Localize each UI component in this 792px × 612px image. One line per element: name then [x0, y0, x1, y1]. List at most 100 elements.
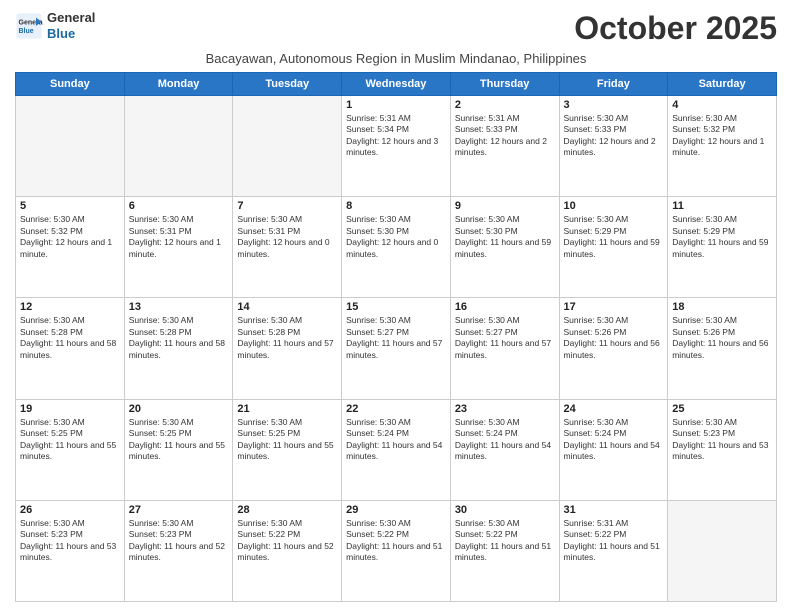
cal-cell: 30Sunrise: 5:30 AMSunset: 5:22 PMDayligh…: [450, 500, 559, 601]
day-info-line: Sunrise: 5:30 AM: [129, 214, 229, 225]
title-section: October 2025: [574, 10, 777, 47]
day-info-line: Sunrise: 5:31 AM: [564, 518, 664, 529]
cal-cell: 3Sunrise: 5:30 AMSunset: 5:33 PMDaylight…: [559, 96, 668, 197]
cal-cell: 22Sunrise: 5:30 AMSunset: 5:24 PMDayligh…: [342, 399, 451, 500]
day-info-line: Daylight: 11 hours and 52 minutes.: [129, 541, 229, 564]
svg-text:Blue: Blue: [19, 28, 34, 35]
day-info-line: Sunset: 5:26 PM: [672, 327, 772, 338]
logo: General Blue General Blue: [15, 10, 95, 41]
day-info-line: Daylight: 11 hours and 54 minutes.: [346, 440, 446, 463]
cal-cell: [16, 96, 125, 197]
day-info-line: Sunset: 5:34 PM: [346, 124, 446, 135]
day-info-line: Sunset: 5:27 PM: [346, 327, 446, 338]
day-info-line: Daylight: 11 hours and 57 minutes.: [237, 338, 337, 361]
day-info-line: Sunrise: 5:30 AM: [346, 315, 446, 326]
cal-cell: 11Sunrise: 5:30 AMSunset: 5:29 PMDayligh…: [668, 197, 777, 298]
day-info-line: Sunset: 5:22 PM: [346, 529, 446, 540]
day-info-line: Sunset: 5:24 PM: [455, 428, 555, 439]
day-info-line: Sunrise: 5:30 AM: [455, 315, 555, 326]
cal-cell: [124, 96, 233, 197]
day-number: 22: [346, 403, 446, 415]
day-info-line: Sunset: 5:24 PM: [346, 428, 446, 439]
day-info-line: Sunrise: 5:30 AM: [455, 417, 555, 428]
day-header-friday: Friday: [559, 73, 668, 96]
day-info-line: Daylight: 11 hours and 57 minutes.: [455, 338, 555, 361]
logo-text-line2: Blue: [47, 26, 95, 42]
day-number: 31: [564, 504, 664, 516]
day-info-line: Sunset: 5:31 PM: [237, 226, 337, 237]
cal-cell: 19Sunrise: 5:30 AMSunset: 5:25 PMDayligh…: [16, 399, 125, 500]
page: General Blue General Blue October 2025 B…: [0, 0, 792, 612]
day-info-line: Sunrise: 5:30 AM: [564, 214, 664, 225]
cal-cell: 9Sunrise: 5:30 AMSunset: 5:30 PMDaylight…: [450, 197, 559, 298]
day-number: 13: [129, 301, 229, 313]
logo-icon: General Blue: [15, 12, 43, 40]
day-info-line: Sunset: 5:23 PM: [672, 428, 772, 439]
day-info-line: Daylight: 11 hours and 51 minutes.: [564, 541, 664, 564]
cal-cell: 25Sunrise: 5:30 AMSunset: 5:23 PMDayligh…: [668, 399, 777, 500]
day-info-line: Daylight: 11 hours and 53 minutes.: [20, 541, 120, 564]
day-number: 23: [455, 403, 555, 415]
day-number: 7: [237, 200, 337, 212]
day-info-line: Daylight: 11 hours and 55 minutes.: [237, 440, 337, 463]
day-header-thursday: Thursday: [450, 73, 559, 96]
cal-cell: 23Sunrise: 5:30 AMSunset: 5:24 PMDayligh…: [450, 399, 559, 500]
cal-cell: 18Sunrise: 5:30 AMSunset: 5:26 PMDayligh…: [668, 298, 777, 399]
cal-cell: 8Sunrise: 5:30 AMSunset: 5:30 PMDaylight…: [342, 197, 451, 298]
day-number: 2: [455, 99, 555, 111]
day-number: 21: [237, 403, 337, 415]
day-info-line: Sunrise: 5:31 AM: [455, 113, 555, 124]
day-info-line: Sunset: 5:27 PM: [455, 327, 555, 338]
week-row-4: 19Sunrise: 5:30 AMSunset: 5:25 PMDayligh…: [16, 399, 777, 500]
day-info-line: Sunrise: 5:30 AM: [672, 113, 772, 124]
day-header-monday: Monday: [124, 73, 233, 96]
day-info-line: Daylight: 11 hours and 52 minutes.: [237, 541, 337, 564]
logo-text-line1: General: [47, 10, 95, 26]
day-info-line: Daylight: 12 hours and 0 minutes.: [237, 237, 337, 260]
day-number: 6: [129, 200, 229, 212]
day-info-line: Sunset: 5:30 PM: [346, 226, 446, 237]
day-info-line: Sunrise: 5:30 AM: [564, 315, 664, 326]
day-number: 14: [237, 301, 337, 313]
day-info-line: Daylight: 12 hours and 2 minutes.: [455, 136, 555, 159]
day-info-line: Daylight: 11 hours and 58 minutes.: [129, 338, 229, 361]
day-info-line: Sunrise: 5:30 AM: [129, 518, 229, 529]
day-info-line: Sunset: 5:22 PM: [564, 529, 664, 540]
day-number: 17: [564, 301, 664, 313]
week-row-3: 12Sunrise: 5:30 AMSunset: 5:28 PMDayligh…: [16, 298, 777, 399]
day-info-line: Sunset: 5:25 PM: [20, 428, 120, 439]
day-number: 30: [455, 504, 555, 516]
day-info-line: Daylight: 11 hours and 55 minutes.: [20, 440, 120, 463]
day-info-line: Sunset: 5:32 PM: [672, 124, 772, 135]
day-info-line: Daylight: 11 hours and 59 minutes.: [455, 237, 555, 260]
header-row: SundayMondayTuesdayWednesdayThursdayFrid…: [16, 73, 777, 96]
cal-cell: 12Sunrise: 5:30 AMSunset: 5:28 PMDayligh…: [16, 298, 125, 399]
day-info-line: Daylight: 12 hours and 3 minutes.: [346, 136, 446, 159]
cal-cell: 29Sunrise: 5:30 AMSunset: 5:22 PMDayligh…: [342, 500, 451, 601]
calendar-body: 1Sunrise: 5:31 AMSunset: 5:34 PMDaylight…: [16, 96, 777, 602]
day-number: 4: [672, 99, 772, 111]
day-info-line: Sunrise: 5:30 AM: [237, 315, 337, 326]
day-info-line: Sunrise: 5:30 AM: [129, 315, 229, 326]
cal-cell: 13Sunrise: 5:30 AMSunset: 5:28 PMDayligh…: [124, 298, 233, 399]
day-info-line: Daylight: 11 hours and 56 minutes.: [564, 338, 664, 361]
week-row-2: 5Sunrise: 5:30 AMSunset: 5:32 PMDaylight…: [16, 197, 777, 298]
cal-cell: 6Sunrise: 5:30 AMSunset: 5:31 PMDaylight…: [124, 197, 233, 298]
day-info-line: Daylight: 11 hours and 57 minutes.: [346, 338, 446, 361]
day-info-line: Sunset: 5:23 PM: [20, 529, 120, 540]
day-number: 8: [346, 200, 446, 212]
day-number: 19: [20, 403, 120, 415]
day-info-line: Sunset: 5:24 PM: [564, 428, 664, 439]
day-info-line: Sunset: 5:28 PM: [20, 327, 120, 338]
day-info-line: Sunset: 5:25 PM: [237, 428, 337, 439]
day-info-line: Sunset: 5:30 PM: [455, 226, 555, 237]
day-header-sunday: Sunday: [16, 73, 125, 96]
day-info-line: Sunset: 5:22 PM: [455, 529, 555, 540]
day-number: 20: [129, 403, 229, 415]
cal-cell: 20Sunrise: 5:30 AMSunset: 5:25 PMDayligh…: [124, 399, 233, 500]
day-info-line: Sunrise: 5:31 AM: [346, 113, 446, 124]
month-title: October 2025: [574, 10, 777, 47]
day-info-line: Sunset: 5:28 PM: [237, 327, 337, 338]
day-number: 27: [129, 504, 229, 516]
day-number: 16: [455, 301, 555, 313]
